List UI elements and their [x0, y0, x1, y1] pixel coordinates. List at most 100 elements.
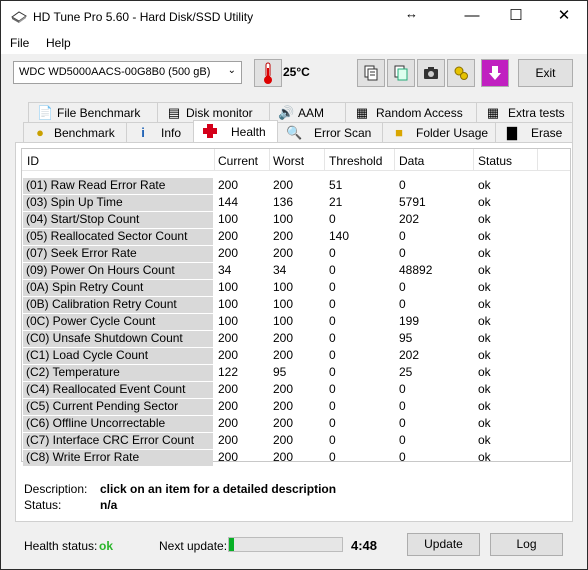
thermometer-button[interactable] [254, 59, 282, 87]
attr-data: 0 [399, 399, 406, 413]
tab-folder-usage[interactable]: ■ Folder Usage [382, 122, 496, 142]
col-data[interactable]: Data [399, 154, 424, 168]
title-bar[interactable]: HD Tune Pro 5.60 - Hard Disk/SSD Utility… [1, 1, 587, 33]
attr-status: ok [478, 382, 491, 396]
benchmark-icon: ● [36, 125, 44, 140]
magnifier-icon: 🔍 [286, 125, 303, 140]
thermometer-icon [264, 62, 272, 84]
table-row[interactable]: (03) Spin Up Time 144 136 21 5791 ok [22, 194, 570, 211]
col-divider [269, 149, 270, 171]
status-value: n/a [100, 498, 118, 512]
attr-current: 100 [218, 212, 239, 226]
next-update-label: Next update: [159, 539, 228, 553]
copy-info-button[interactable] [357, 59, 385, 87]
col-id[interactable]: ID [27, 154, 39, 168]
table-row[interactable]: (07) Seek Error Rate 200 200 0 0 ok [22, 245, 570, 262]
menu-file[interactable]: File [10, 36, 29, 50]
attr-threshold: 0 [329, 212, 336, 226]
attr-current: 144 [218, 195, 239, 209]
description-label: Description: [24, 482, 88, 496]
attr-worst: 200 [273, 229, 294, 243]
attr-worst: 100 [273, 212, 294, 226]
col-threshold[interactable]: Threshold [329, 154, 382, 168]
move-arrows-icon[interactable]: ↔ [405, 6, 418, 21]
tab-file-benchmark[interactable]: 📄 File Benchmark [28, 102, 158, 122]
attr-data: 202 [399, 348, 420, 362]
tab-info[interactable]: i Info [126, 122, 194, 142]
random-access-icon: ▦ [355, 105, 369, 120]
attr-data: 0 [399, 297, 406, 311]
attr-threshold: 0 [329, 263, 336, 277]
attr-threshold: 0 [329, 399, 336, 413]
table-row[interactable]: (C7) Interface CRC Error Count 200 200 0 0 ok [22, 432, 570, 449]
options-button[interactable] [447, 59, 475, 87]
table-row[interactable]: (09) Power On Hours Count 34 34 0 48892 ok [22, 262, 570, 279]
tab-label: Random Access [376, 106, 463, 120]
attr-id: (07) Seek Error Rate [23, 246, 213, 262]
tab-label: Info [161, 126, 182, 140]
close-button[interactable]: ✕ [541, 1, 587, 33]
table-row[interactable]: (0B) Calibration Retry Count 100 100 0 0 ok [22, 296, 570, 313]
tab-disk-monitor[interactable]: ▤ Disk monitor [157, 102, 270, 122]
table-row[interactable]: (05) Reallocated Sector Count 200 200 140 0 o… [22, 228, 570, 245]
col-current[interactable]: Current [218, 154, 258, 168]
copy-screen-button[interactable] [387, 59, 415, 87]
menu-bar: File Help [1, 33, 587, 54]
table-row[interactable]: (0C) Power Cycle Count 100 100 0 199 ok [22, 313, 570, 330]
health-cross-icon [203, 124, 217, 138]
table-row[interactable]: (C2) Temperature 122 95 0 25 ok [22, 364, 570, 381]
update-timer: 4:48 [351, 538, 378, 553]
attr-data: 0 [399, 229, 406, 243]
attr-current: 100 [218, 297, 239, 311]
table-row[interactable]: (C8) Write Error Rate 200 200 0 0 ok [22, 449, 570, 466]
tab-extra-tests[interactable]: ▦ Extra tests [476, 102, 573, 122]
smart-table[interactable]: ID Current Worst Threshold Data Status (… [21, 148, 571, 466]
attr-data: 0 [399, 433, 406, 447]
download-arrow-icon [489, 66, 501, 80]
menu-help[interactable]: Help [46, 36, 71, 50]
attr-data: 0 [399, 416, 406, 430]
tab-erase[interactable]: ▇ Erase [495, 122, 573, 142]
minimize-button[interactable]: — [449, 1, 495, 33]
attr-id: (C2) Temperature [23, 365, 213, 381]
table-row[interactable]: (0A) Spin Retry Count 100 100 0 0 ok [22, 279, 570, 296]
table-row[interactable]: (C5) Current Pending Sector 200 200 0 0 ok [22, 398, 570, 415]
chevron-down-icon: ⌄ [227, 65, 236, 76]
tab-aam[interactable]: 🔊 AAM [269, 102, 346, 122]
table-row[interactable]: (C1) Load Cycle Count 200 200 0 202 ok [22, 347, 570, 364]
table-row[interactable]: (C4) Reallocated Event Count 200 200 0 0 ok [22, 381, 570, 398]
screenshot-button[interactable] [417, 59, 445, 87]
log-button[interactable]: Log [490, 533, 563, 556]
attr-data: 0 [399, 178, 406, 192]
table-row[interactable]: (01) Raw Read Error Rate 200 200 51 0 ok [22, 177, 570, 194]
save-button[interactable] [481, 59, 509, 87]
col-divider [214, 149, 215, 171]
tab-benchmark[interactable]: ● Benchmark [23, 122, 127, 142]
attr-id: (01) Raw Read Error Rate [23, 178, 213, 194]
attr-status: ok [478, 416, 491, 430]
table-row[interactable]: (04) Start/Stop Count 100 100 0 202 ok [22, 211, 570, 228]
attr-status: ok [478, 263, 491, 277]
exit-button[interactable]: Exit [518, 59, 573, 87]
attr-threshold: 0 [329, 314, 336, 328]
col-worst[interactable]: Worst [273, 154, 304, 168]
disk-monitor-icon: ▤ [167, 105, 181, 120]
tab-health[interactable]: Health [193, 120, 278, 142]
col-status[interactable]: Status [478, 154, 512, 168]
table-row[interactable]: (C6) Offline Uncorrectable 200 200 0 0 ok [22, 415, 570, 432]
copy-screen-icon [394, 65, 408, 81]
maximize-button[interactable]: ☐ [493, 1, 539, 33]
drive-select-value: WDC WD5000AACS-00G8B0 (500 gB) [19, 66, 211, 78]
update-button[interactable]: Update [407, 533, 480, 556]
info-icon: i [141, 125, 145, 140]
drive-select[interactable]: WDC WD5000AACS-00G8B0 (500 gB) ⌄ [13, 61, 242, 84]
attr-current: 34 [218, 263, 232, 277]
tab-error-scan[interactable]: 🔍 Error Scan [277, 122, 383, 142]
attr-worst: 200 [273, 246, 294, 260]
tab-random-access[interactable]: ▦ Random Access [345, 102, 477, 122]
attr-status: ok [478, 178, 491, 192]
trash-icon: ▇ [507, 125, 517, 140]
attr-threshold: 0 [329, 280, 336, 294]
attr-worst: 200 [273, 348, 294, 362]
table-row[interactable]: (C0) Unsafe Shutdown Count 200 200 0 95 ok [22, 330, 570, 347]
